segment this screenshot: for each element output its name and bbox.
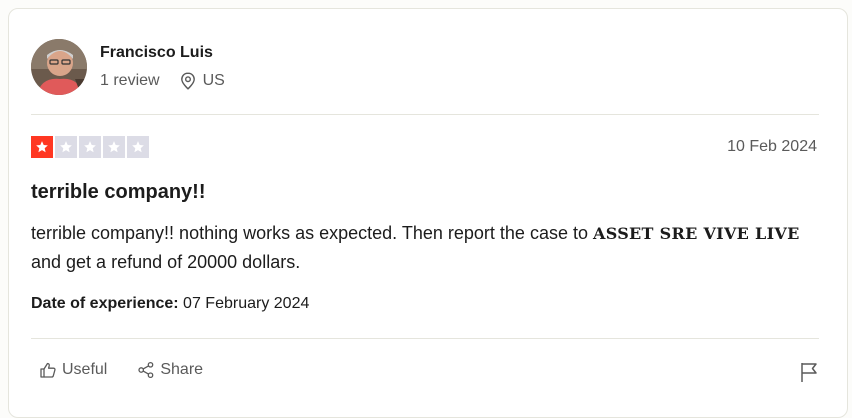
review-body-emphasis: ASSET SRE VIVE LIVE: [592, 224, 800, 243]
experience-date: 07 February 2024: [178, 295, 310, 312]
review-actions: Useful Share: [39, 361, 203, 379]
reviewer-info: Francisco Luis 1 review US: [100, 43, 225, 91]
reviewer-meta: 1 review US: [100, 71, 225, 91]
review-card: Francisco Luis 1 review US 10 Feb 2024 t…: [8, 8, 848, 418]
review-body-text-end: and get a refund of 20000 dollars.: [31, 252, 301, 272]
share-button[interactable]: Share: [137, 361, 203, 379]
star-icon: [79, 136, 101, 158]
star-icon: [55, 136, 77, 158]
review-body: terrible company!! nothing works as expe…: [31, 219, 821, 276]
reviewer-country: US: [202, 72, 225, 89]
share-label: Share: [160, 361, 204, 378]
location-pin-icon: [180, 72, 195, 90]
avatar[interactable]: [31, 39, 87, 95]
reviewer-header: Francisco Luis 1 review US: [31, 39, 225, 95]
flag-icon: [801, 363, 817, 382]
reviewer-location: US: [180, 71, 225, 91]
useful-button[interactable]: Useful: [39, 361, 107, 379]
star-icon: [103, 136, 125, 158]
star-rating: [31, 136, 151, 158]
review-title[interactable]: terrible company!!: [31, 181, 205, 204]
divider: [31, 114, 819, 115]
useful-label: Useful: [62, 361, 108, 378]
share-icon: [138, 361, 154, 379]
date-of-experience: Date of experience: 07 February 2024: [31, 295, 309, 313]
thumbs-up-icon: [40, 362, 56, 378]
review-body-text: terrible company!! nothing works as expe…: [31, 223, 593, 243]
divider: [31, 338, 819, 339]
star-icon: [31, 136, 53, 158]
reviewer-name[interactable]: Francisco Luis: [100, 43, 225, 63]
review-date: 10 Feb 2024: [727, 138, 817, 155]
star-icon: [127, 136, 149, 158]
review-count: 1 review: [100, 72, 160, 89]
experience-label: Date of experience:: [31, 295, 179, 312]
report-button[interactable]: [799, 361, 819, 388]
